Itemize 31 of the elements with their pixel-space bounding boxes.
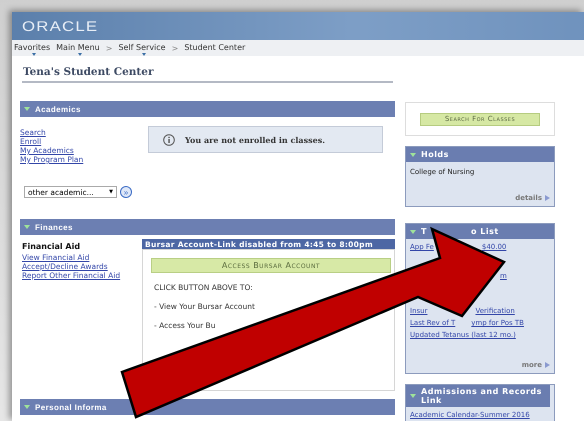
info-icon — [163, 134, 175, 146]
collapse-icon — [410, 394, 416, 398]
panel-title: Holds — [421, 150, 449, 159]
collapse-icon — [410, 152, 416, 156]
panel-title: Admissions and Records Link — [421, 387, 543, 405]
section-header[interactable]: Personal Informa — [20, 399, 395, 415]
menu-indicator-icon — [142, 53, 146, 56]
logo: ORACLE — [22, 18, 98, 34]
collapse-icon — [24, 107, 30, 111]
subheading: Financial Aid — [22, 242, 82, 251]
breadcrumb-item[interactable]: Main Menu — [56, 40, 100, 56]
breadcrumb-item[interactable]: Self Service — [118, 40, 166, 56]
panel-title: o List — [470, 227, 499, 236]
go-button[interactable]: » — [120, 186, 132, 198]
breadcrumb-item[interactable]: Student Center — [184, 40, 246, 56]
play-icon — [545, 195, 550, 201]
page-title: Tena's Student Center — [22, 66, 393, 83]
section-header[interactable]: Academics — [20, 101, 395, 117]
section-header[interactable]: Finances — [20, 219, 395, 235]
bursar-button[interactable]: Access Bursar Account — [151, 258, 391, 273]
menu-indicator-icon — [78, 53, 82, 56]
breadcrumb-separator: > — [106, 44, 112, 52]
panel-title: T — [421, 227, 427, 236]
menu-indicator-icon — [32, 53, 36, 56]
collapse-icon — [410, 230, 416, 234]
collapse-icon — [24, 225, 30, 229]
breadcrumb-item[interactable]: Favorites — [14, 40, 50, 56]
notice-text: You are not enrolled in classes. — [185, 134, 325, 144]
play-icon — [545, 362, 550, 368]
breadcrumb-separator: > — [172, 44, 178, 52]
collapse-icon — [24, 405, 30, 409]
